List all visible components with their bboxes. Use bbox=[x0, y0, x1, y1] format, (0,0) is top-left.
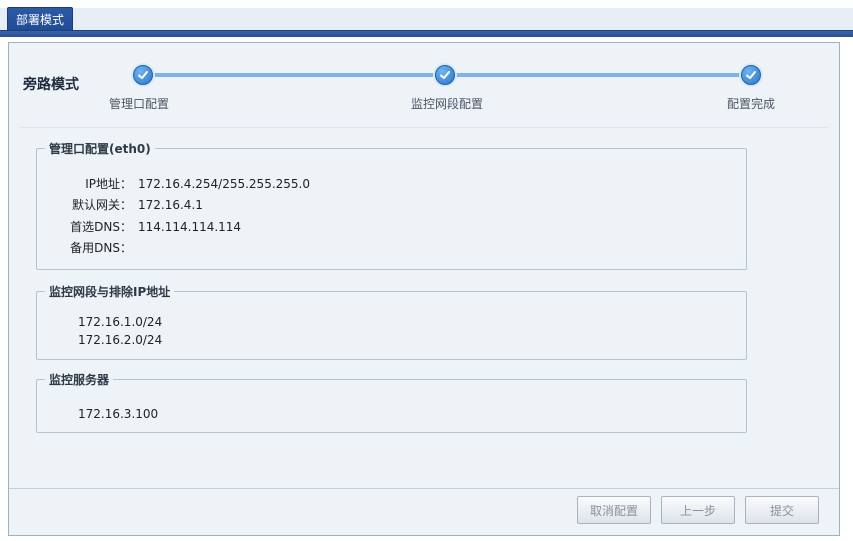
gateway-value: 172.16.4.1 bbox=[138, 198, 203, 212]
monitor-server-item: 172.16.3.100 bbox=[78, 407, 159, 421]
secondary-dns-label: 备用DNS： bbox=[70, 241, 132, 255]
secondary-dns-row: 备用DNS： bbox=[64, 239, 138, 256]
primary-dns-row: 首选DNS： 114.114.114.114 bbox=[64, 218, 241, 235]
tab-deploy-mode[interactable]: 部署模式 bbox=[7, 7, 74, 32]
monitor-segment-item: 172.16.1.0/24 bbox=[78, 315, 163, 329]
tab-bar-underline bbox=[0, 30, 853, 37]
primary-dns-label: 首选DNS： bbox=[70, 220, 132, 234]
button-bar: 取消配置 上一步 提交 bbox=[9, 488, 839, 535]
ip-address-value: 172.16.4.254/255.255.255.0 bbox=[138, 177, 310, 191]
gateway-row: 默认网关： 172.16.4.1 bbox=[64, 196, 203, 213]
submit-button[interactable]: 提交 bbox=[745, 496, 819, 524]
header-divider bbox=[19, 127, 829, 128]
previous-step-button[interactable]: 上一步 bbox=[661, 496, 735, 524]
ip-address-label: IP地址： bbox=[85, 177, 132, 191]
cancel-config-button[interactable]: 取消配置 bbox=[577, 496, 651, 524]
gateway-label: 默认网关： bbox=[71, 198, 132, 212]
monitor-server-group: 监控服务器 bbox=[36, 371, 747, 433]
step-3-check-icon bbox=[741, 65, 761, 85]
wizard-content: 旁路模式 管理口配置 监控网段配置 配置完成 管理口配置(eth0) IP地址：… bbox=[9, 43, 839, 489]
step-label-complete: 配置完成 bbox=[727, 97, 776, 111]
wizard-title: 旁路模式 bbox=[23, 77, 79, 93]
tab-bar: 部署模式 bbox=[0, 0, 853, 37]
step-2-check-icon bbox=[435, 65, 455, 85]
step-label-monitor-segment: 监控网段配置 bbox=[411, 97, 484, 111]
wizard-panel: 旁路模式 管理口配置 监控网段配置 配置完成 管理口配置(eth0) IP地址：… bbox=[8, 42, 840, 536]
monitor-segment-legend: 监控网段与排除IP地址 bbox=[49, 285, 171, 299]
monitor-segment-item: 172.16.2.0/24 bbox=[78, 333, 163, 347]
monitor-server-legend: 监控服务器 bbox=[49, 373, 110, 387]
ip-address-row: IP地址： 172.16.4.254/255.255.255.0 bbox=[64, 175, 310, 192]
step-label-management: 管理口配置 bbox=[109, 97, 170, 111]
step-1-check-icon bbox=[133, 65, 153, 85]
primary-dns-value: 114.114.114.114 bbox=[138, 220, 242, 234]
management-legend: 管理口配置(eth0) bbox=[49, 142, 151, 156]
